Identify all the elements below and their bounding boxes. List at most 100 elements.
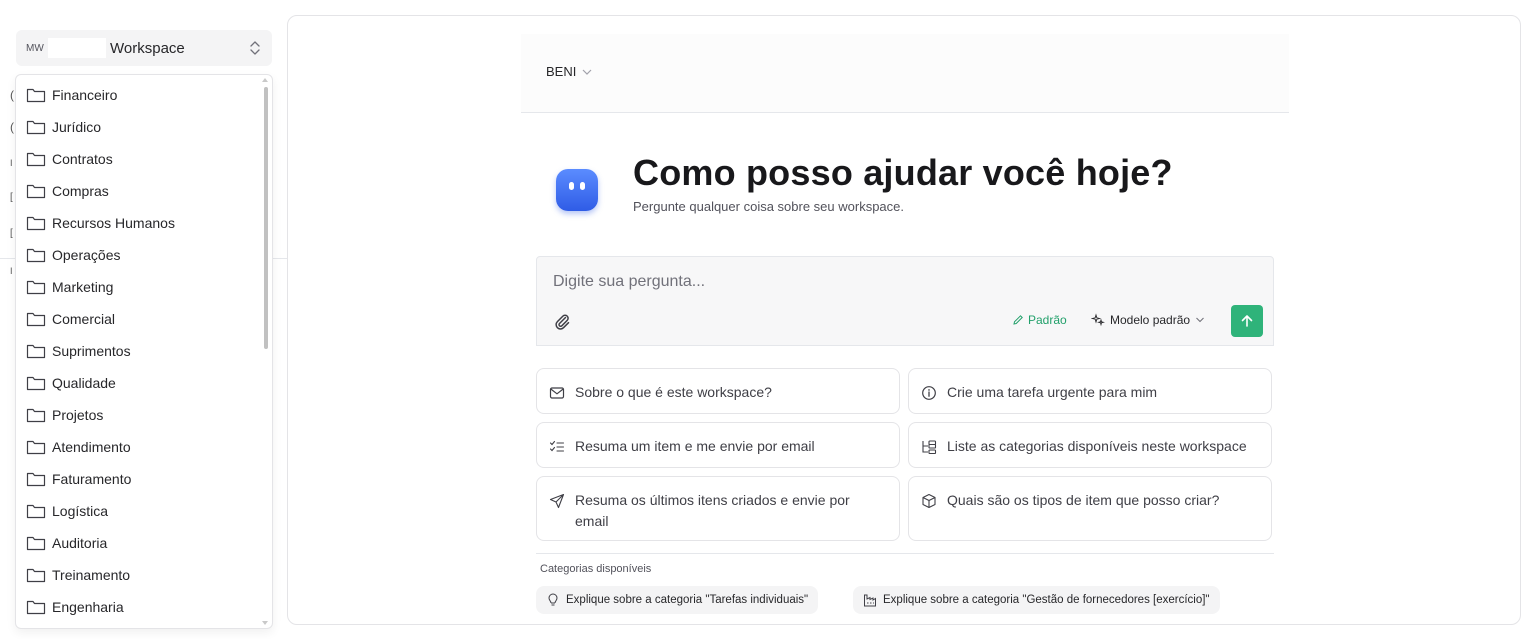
- mail-icon: [549, 382, 565, 401]
- agent-name: BENI: [546, 64, 577, 79]
- category-chip[interactable]: Explique sobre a categoria "Tarefas indi…: [536, 586, 819, 614]
- folder-item-label: Projetos: [52, 407, 104, 423]
- sidebar-peek-glyph: [: [10, 192, 13, 203]
- mode-button[interactable]: Padrão: [1012, 313, 1067, 327]
- folder-item-label: Logística: [52, 503, 109, 519]
- chevron-down-icon: [582, 68, 592, 76]
- categories-label: Categorias disponíveis: [540, 563, 652, 575]
- folder-item-label: Financeiro: [52, 87, 118, 103]
- chevron-down-icon: [1195, 316, 1205, 324]
- suggestion-card[interactable]: Resuma um item e me envie por email: [536, 422, 900, 468]
- chat-panel: BENI Como posso ajudar você hoje? Pergun…: [287, 15, 1521, 625]
- send-button[interactable]: [1231, 305, 1263, 337]
- folder-item-label: Qualidade: [52, 375, 116, 391]
- scroll-up-arrow-icon[interactable]: [262, 78, 268, 82]
- sparkles-icon: [1091, 313, 1105, 327]
- folder-icon: [26, 567, 46, 583]
- sidebar-peek-glyph: I: [10, 158, 13, 168]
- folder-item[interactable]: Suprimentos: [26, 337, 131, 365]
- category-chip-label: Explique sobre a categoria "Tarefas indi…: [566, 594, 809, 606]
- folder-item[interactable]: Compras: [26, 177, 109, 205]
- folder-icon: [26, 87, 46, 103]
- sidebar-peek-glyph: (: [10, 120, 14, 134]
- folder-dropdown: Financeiro Jurídico Contratos Compras Recurs…: [15, 74, 273, 629]
- folder-icon: [26, 471, 46, 487]
- folder-icon: [26, 151, 46, 167]
- folder-item-label: Recursos Humanos: [52, 215, 175, 231]
- info-icon: [921, 382, 937, 401]
- folder-item[interactable]: Logística: [26, 497, 108, 525]
- scroll-down-arrow-icon[interactable]: [262, 621, 268, 625]
- folder-icon: [26, 439, 46, 455]
- folder-item[interactable]: Auditoria: [26, 529, 107, 557]
- category-chip[interactable]: Explique sobre a categoria "Gestão de fo…: [853, 586, 1220, 614]
- folder-icon: [26, 183, 46, 199]
- suggestion-label: Liste as categorias disponíveis neste wo…: [947, 438, 1247, 454]
- suggestion-label: Sobre o que é este workspace?: [575, 384, 772, 400]
- folder-item[interactable]: Treinamento: [26, 561, 130, 589]
- suggestion-label: Crie uma tarefa urgente para mim: [947, 384, 1158, 400]
- send-icon: [549, 490, 565, 509]
- workspace-name: Workspace: [110, 39, 185, 57]
- question-input[interactable]: [553, 273, 1153, 291]
- sidebar-peek-glyph: (: [10, 88, 14, 102]
- folder-item[interactable]: Faturamento: [26, 465, 131, 493]
- folder-item[interactable]: Marketing: [26, 273, 113, 301]
- attach-icon[interactable]: [553, 312, 571, 330]
- model-selector[interactable]: Modelo padrão: [1091, 313, 1205, 327]
- sidebar-peek-glyph: [: [10, 228, 13, 239]
- composer: Padrão Modelo padrão: [536, 256, 1274, 346]
- folder-item[interactable]: Engenharia: [26, 593, 124, 621]
- checklist-icon: [549, 436, 565, 455]
- folder-item-label: Jurídico: [52, 119, 102, 135]
- folder-item-label: Suprimentos: [52, 343, 131, 359]
- assistant-avatar: [556, 169, 598, 211]
- sidebar-peek-glyph: I: [10, 266, 13, 276]
- folder-icon: [26, 535, 46, 551]
- workspace-selector[interactable]: MW Workspace: [16, 30, 272, 66]
- dropdown-scrollbar[interactable]: [264, 87, 268, 349]
- agent-selector[interactable]: BENI: [546, 64, 592, 79]
- suggestion-label: Resuma os últimos itens criados e envie …: [575, 492, 850, 529]
- folder-item-label: Treinamento: [52, 567, 131, 583]
- folder-icon: [26, 311, 46, 327]
- suggestion-card[interactable]: Resuma os últimos itens criados e envie …: [536, 476, 900, 541]
- model-label: Modelo padrão: [1110, 313, 1191, 327]
- box-icon: [921, 490, 937, 509]
- folder-item[interactable]: Operações: [26, 241, 120, 269]
- suggestion-card[interactable]: Liste as categorias disponíveis neste wo…: [908, 422, 1272, 468]
- folder-item-label: Auditoria: [52, 535, 108, 551]
- workspace-logo: [48, 38, 106, 58]
- folder-item[interactable]: Recursos Humanos: [26, 209, 175, 237]
- categories-divider: [536, 553, 1274, 554]
- category-chip-label: Explique sobre a categoria "Gestão de fo…: [883, 594, 1210, 606]
- folder-item[interactable]: Atendimento: [26, 433, 131, 461]
- arrow-up-icon: [1240, 314, 1254, 328]
- suggestion-card[interactable]: Sobre o que é este workspace?: [536, 368, 900, 414]
- chevron-up-down-icon: [248, 39, 262, 57]
- lightbulb-icon: [546, 593, 560, 607]
- folder-item[interactable]: Comercial: [26, 305, 115, 333]
- mode-label: Padrão: [1028, 313, 1067, 327]
- suggestion-card[interactable]: Crie uma tarefa urgente para mim: [908, 368, 1272, 414]
- workspace-initials: MW: [26, 42, 44, 54]
- folder-item-label: Compras: [52, 183, 109, 199]
- folder-item[interactable]: Qualidade: [26, 369, 116, 397]
- folder-item[interactable]: Projetos: [26, 401, 103, 429]
- folder-item-label: Contratos: [52, 151, 113, 167]
- folder-item[interactable]: Financeiro: [26, 81, 117, 109]
- folder-icon: [26, 279, 46, 295]
- folder-icon: [26, 119, 46, 135]
- folder-item-label: Atendimento: [52, 439, 131, 455]
- folder-icon: [26, 599, 46, 615]
- folder-item-label: Operações: [52, 247, 121, 263]
- page-subtitle: Pergunte qualquer coisa sobre seu worksp…: [633, 199, 904, 214]
- folder-item[interactable]: Contratos: [26, 145, 113, 173]
- folder-icon: [26, 215, 46, 231]
- folder-item[interactable]: Jurídico: [26, 113, 101, 141]
- suggestion-card[interactable]: Quais são os tipos de item que posso cri…: [908, 476, 1272, 541]
- suggestion-label: Quais são os tipos de item que posso cri…: [947, 492, 1220, 508]
- folder-icon: [26, 343, 46, 359]
- folder-item-label: Engenharia: [52, 599, 124, 615]
- folder-item-label: Marketing: [52, 279, 114, 295]
